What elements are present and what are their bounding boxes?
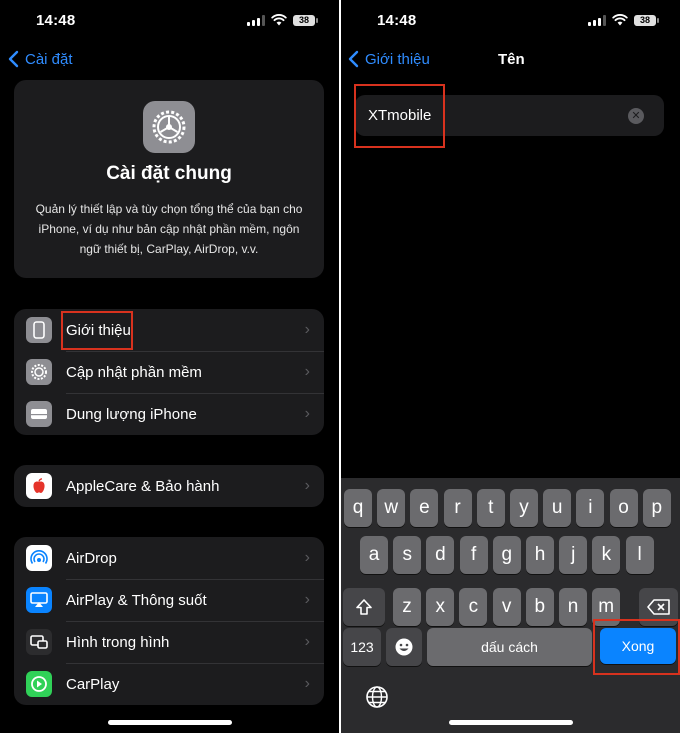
back-label: Cài đặt	[25, 50, 73, 68]
back-button[interactable]: Cài đặt	[8, 50, 73, 68]
key-g[interactable]: g	[492, 536, 521, 574]
settings-general-screen: 14:48 38 Cài đặt Cài đặt chung Quản lý t…	[0, 0, 339, 733]
key-r[interactable]: r	[443, 489, 472, 527]
name-edit-screen: 14:48 38 Giới thiệu Tên XTmobile ✕ qwert…	[341, 0, 680, 733]
apple-icon	[26, 473, 52, 499]
key-j[interactable]: j	[559, 536, 588, 574]
row-label: Hình trong hình	[66, 633, 170, 651]
back-label: Giới thiệu	[365, 50, 430, 68]
highlight-box-done	[593, 619, 680, 675]
key-b[interactable]: b	[525, 588, 554, 626]
key-h[interactable]: h	[526, 536, 554, 574]
page-title: Tên	[498, 51, 525, 68]
key-d[interactable]: d	[426, 536, 455, 574]
row-label: AirPlay & Thông suốt	[66, 591, 207, 609]
row-label: Dung lượng iPhone	[66, 405, 197, 423]
key-t[interactable]: t	[476, 489, 505, 527]
key-x[interactable]: x	[426, 588, 455, 626]
row-label: AirDrop	[66, 549, 117, 567]
home-indicator	[108, 720, 232, 725]
settings-row-software-update[interactable]: Cập nhật phần mềm ›	[14, 351, 324, 393]
settings-group-connectivity: AirDrop › AirPlay & Thông suốt › Hình tr…	[14, 537, 324, 705]
key-v[interactable]: v	[492, 588, 521, 626]
row-label: CarPlay	[66, 675, 120, 693]
status-icons: 38	[588, 14, 659, 26]
emoji-key[interactable]	[386, 628, 422, 666]
page-description: Quản lý thiết lập và tùy chọn tổng thể c…	[35, 202, 303, 256]
back-button[interactable]: Giới thiệu	[348, 50, 430, 68]
settings-group-applecare: AppleCare & Bảo hành ›	[14, 465, 324, 507]
clear-text-button[interactable]: ✕	[628, 107, 644, 124]
row-label: Cập nhật phần mềm	[66, 363, 202, 381]
wifi-icon	[271, 14, 287, 26]
backspace-icon	[646, 599, 670, 615]
key-i[interactable]: i	[576, 489, 605, 527]
key-w[interactable]: w	[377, 489, 406, 527]
key-q[interactable]: q	[344, 489, 372, 527]
keyboard: qwertyuiop asdfghjkl zxcvbnm 123 dấu các…	[341, 478, 680, 733]
key-o[interactable]: o	[609, 489, 638, 527]
key-s[interactable]: s	[393, 536, 422, 574]
emoji-icon	[395, 638, 413, 656]
key-z[interactable]: z	[393, 588, 421, 626]
settings-gear-icon	[143, 101, 195, 153]
numbers-key[interactable]: 123	[343, 628, 381, 666]
airdrop-icon	[26, 545, 52, 571]
shift-icon	[356, 599, 372, 615]
space-key[interactable]: dấu cách	[427, 628, 592, 666]
cellular-signal-icon	[588, 14, 606, 26]
airplay-icon	[26, 587, 52, 613]
iphone-icon	[26, 317, 52, 343]
chevron-right-icon: ›	[304, 591, 310, 608]
carplay-icon	[26, 671, 52, 697]
chevron-right-icon: ›	[304, 321, 310, 338]
key-y[interactable]: y	[510, 489, 538, 527]
settings-row-airplay[interactable]: AirPlay & Thông suốt ›	[14, 579, 324, 621]
wifi-icon	[612, 14, 628, 26]
settings-row-airdrop[interactable]: AirDrop ›	[14, 537, 324, 579]
page-title: Cài đặt chung	[106, 163, 232, 184]
pip-icon	[26, 629, 52, 655]
key-n[interactable]: n	[559, 588, 587, 626]
battery-icon: 38	[634, 14, 659, 26]
key-c[interactable]: c	[459, 588, 488, 626]
chevron-right-icon: ›	[304, 477, 310, 494]
key-u[interactable]: u	[543, 489, 572, 527]
globe-icon[interactable]	[365, 685, 389, 709]
chevron-left-icon	[8, 50, 19, 68]
key-p[interactable]: p	[642, 489, 671, 527]
settings-row-applecare[interactable]: AppleCare & Bảo hành ›	[14, 465, 324, 507]
status-time: 14:48	[377, 12, 417, 29]
settings-row-carplay[interactable]: CarPlay ›	[14, 663, 324, 705]
shift-key[interactable]	[343, 588, 385, 626]
key-l[interactable]: l	[625, 536, 654, 574]
status-icons: 38	[247, 14, 318, 26]
key-e[interactable]: e	[410, 489, 439, 527]
cellular-signal-icon	[247, 14, 265, 26]
row-label: AppleCare & Bảo hành	[66, 477, 220, 495]
chevron-right-icon: ›	[304, 633, 310, 650]
key-a[interactable]: a	[360, 536, 388, 574]
highlight-box-name	[354, 84, 445, 148]
chevron-right-icon: ›	[304, 405, 310, 422]
battery-icon: 38	[293, 14, 318, 26]
key-k[interactable]: k	[592, 536, 621, 574]
general-header-card: Cài đặt chung Quản lý thiết lập và tùy c…	[14, 80, 324, 278]
settings-row-picture-in-picture[interactable]: Hình trong hình ›	[14, 621, 324, 663]
chevron-right-icon: ›	[304, 675, 310, 692]
chevron-left-icon	[348, 50, 359, 68]
gear-icon	[26, 359, 52, 385]
chevron-right-icon: ›	[304, 549, 310, 566]
key-f[interactable]: f	[459, 536, 488, 574]
status-time: 14:48	[36, 12, 76, 29]
chevron-right-icon: ›	[304, 363, 310, 380]
settings-row-storage[interactable]: Dung lượng iPhone ›	[14, 393, 324, 435]
storage-icon	[26, 401, 52, 427]
home-indicator	[449, 720, 573, 725]
highlight-box-about	[61, 311, 133, 350]
